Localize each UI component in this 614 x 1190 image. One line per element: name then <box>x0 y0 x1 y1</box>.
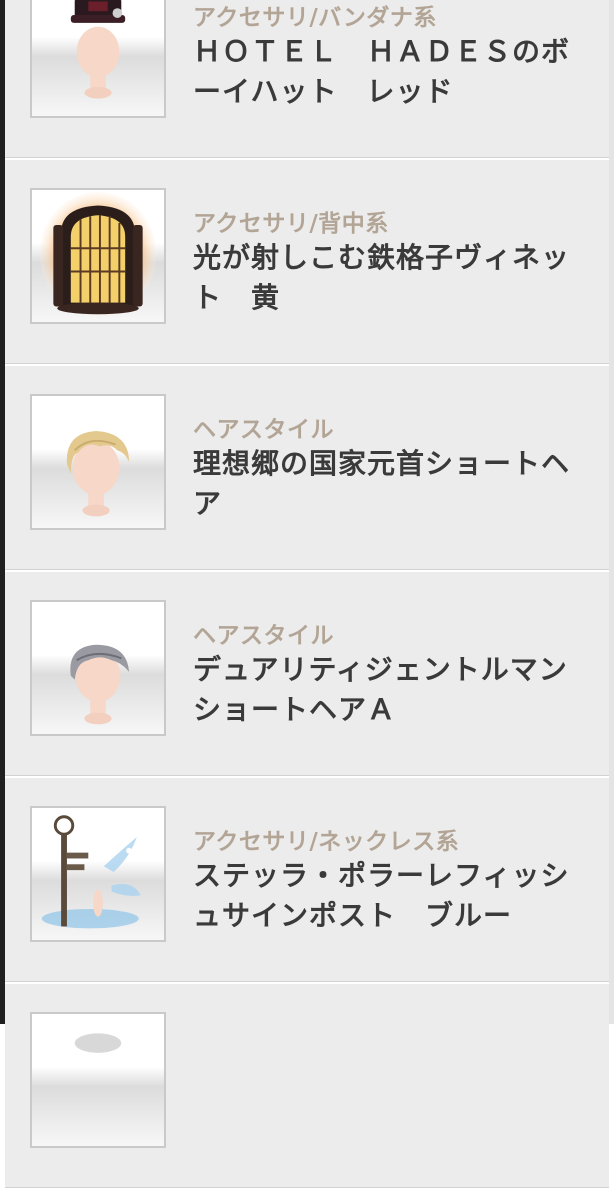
blonde-short-hair-thumbnail-icon <box>30 394 166 530</box>
item-list[interactable]: アクセサリ/バンダナ系 ＨＯＴＥＬ ＨＡＤＥＳのボーイハット レッド アクセサリ… <box>5 0 609 1190</box>
list-item[interactable]: アクセサリ/ネックレス系 ステッラ・ポラーレフィッシュサインポスト ブルー <box>5 778 609 982</box>
list-item[interactable]: ヘアスタイル デュアリティジェントルマンショートヘアＡ <box>5 572 609 776</box>
fish-signpost-thumbnail-icon <box>30 806 166 942</box>
scrollbar[interactable] <box>609 0 614 1024</box>
item-name: 理想郷の国家元首ショートヘア <box>193 447 571 520</box>
item-name: ＨＯＴＥＬ ＨＡＤＥＳのボーイハット レッド <box>193 35 571 108</box>
item-category: アクセサリ/ネックレス系 <box>193 829 460 855</box>
list-item[interactable]: アクセサリ/バンダナ系 ＨＯＴＥＬ ＨＡＤＥＳのボーイハット レッド <box>5 0 609 158</box>
silver-short-hair-thumbnail-icon <box>30 600 166 736</box>
list-item[interactable]: アクセサリ/背中系 光が射しこむ鉄格子ヴィネット 黄 <box>5 160 609 364</box>
hair-thumbnail-icon <box>30 1012 166 1148</box>
item-name: 光が射しこむ鉄格子ヴィネット 黄 <box>193 241 571 314</box>
item-category: アクセサリ/バンダナ系 <box>193 5 437 31</box>
item-category: アクセサリ/背中系 <box>193 211 389 237</box>
boy-hat-thumbnail-icon <box>30 0 166 118</box>
iron-lattice-vignette-thumbnail-icon <box>30 188 166 324</box>
item-category: ヘアスタイル <box>193 623 334 649</box>
item-category: ヘアスタイル <box>193 417 334 443</box>
item-name: デュアリティジェントルマンショートヘアＡ <box>193 653 568 726</box>
item-name: ステッラ・ポラーレフィッシュサインポスト ブルー <box>193 859 570 932</box>
list-item[interactable] <box>5 984 609 1188</box>
list-item[interactable]: ヘアスタイル 理想郷の国家元首ショートヘア <box>5 366 609 570</box>
